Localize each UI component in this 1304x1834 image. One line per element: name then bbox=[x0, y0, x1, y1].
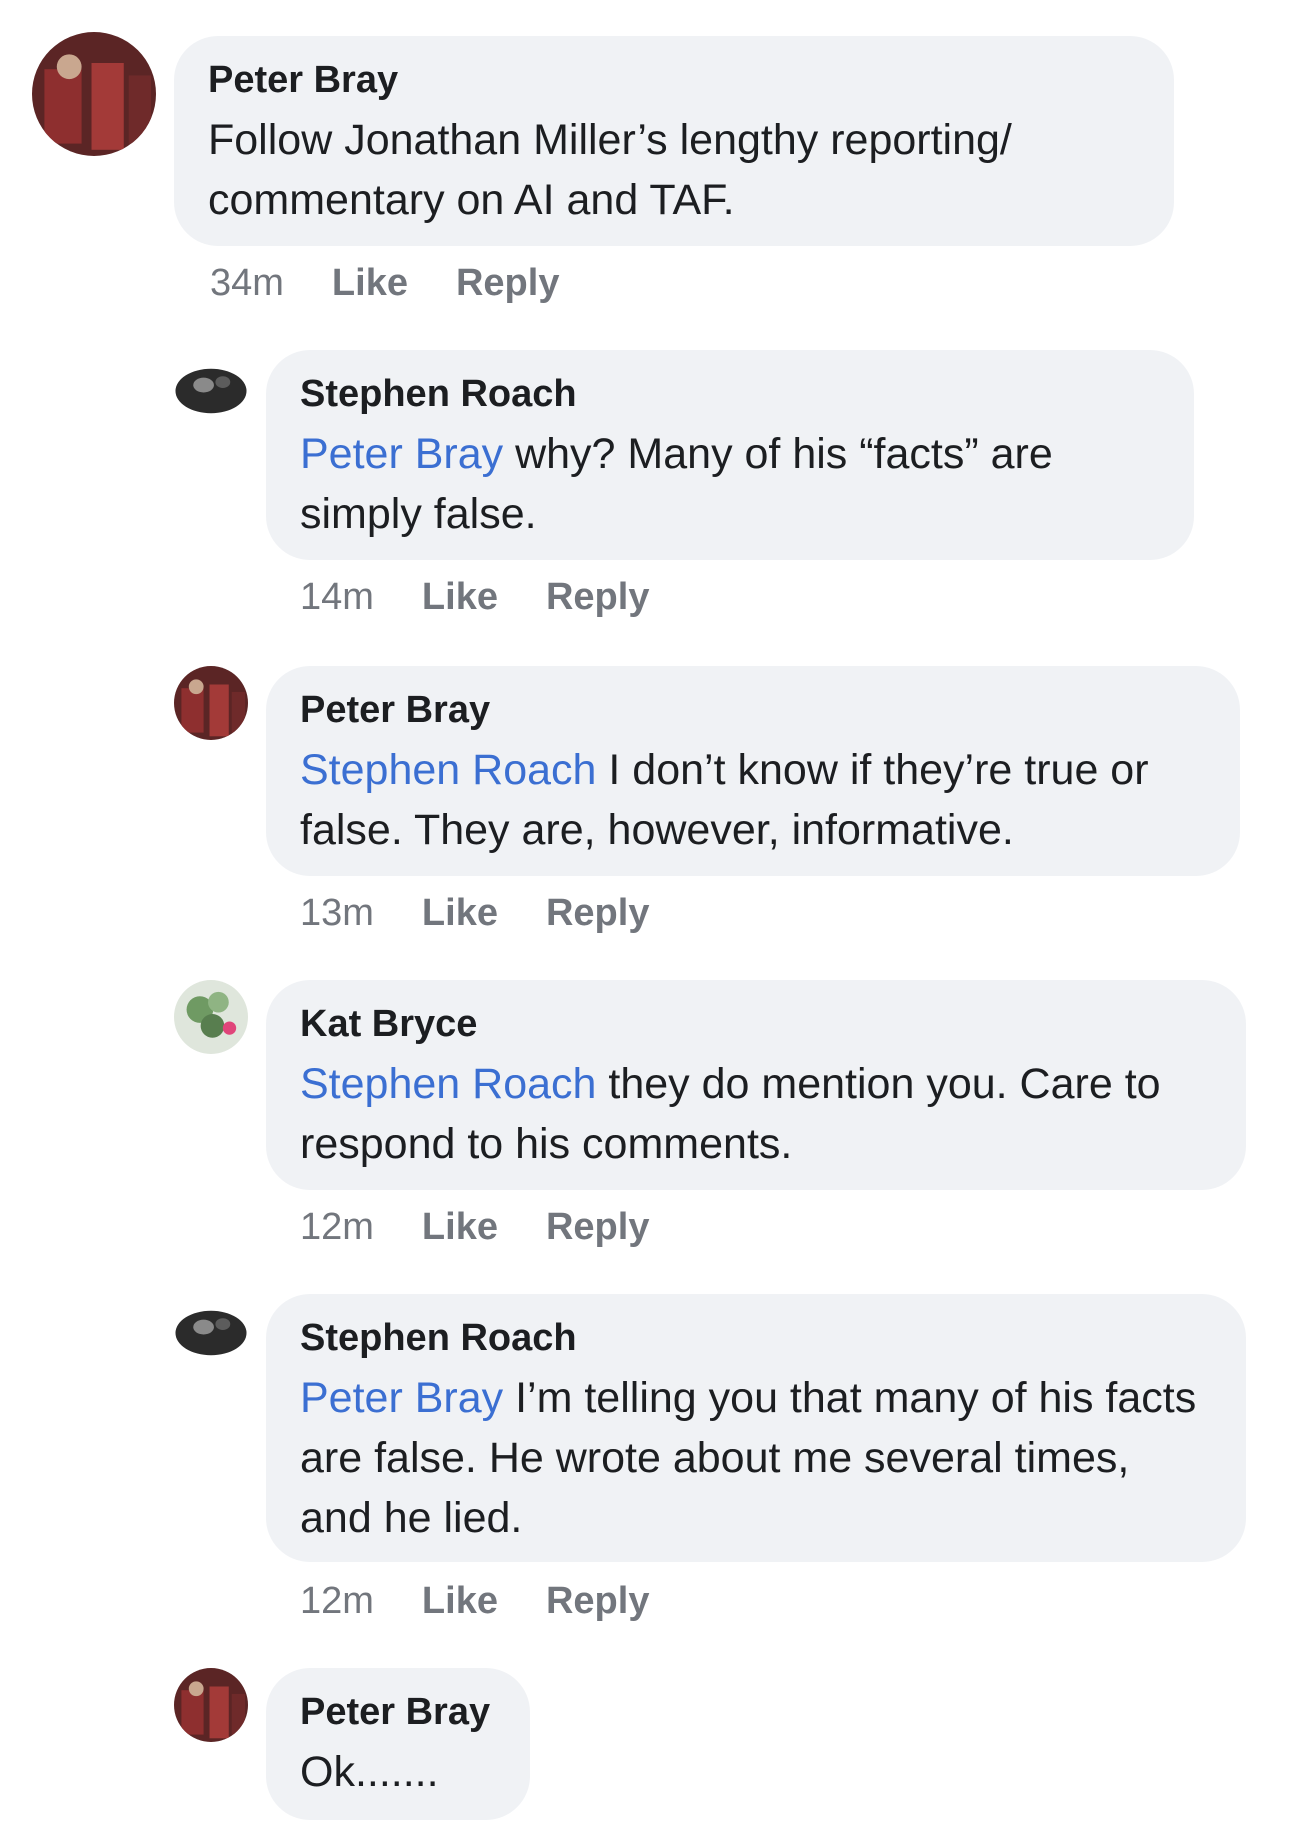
comment-text: Peter Bray why? Many of his “facts” are … bbox=[300, 424, 1160, 544]
comment-author[interactable]: Peter Bray bbox=[208, 58, 1140, 102]
comment-author[interactable]: Stephen Roach bbox=[300, 372, 1160, 416]
comment-bubble: Stephen Roach Peter Bray why? Many of hi… bbox=[266, 350, 1194, 560]
comment-timestamp[interactable]: 34m bbox=[210, 262, 284, 304]
comment-body: Follow Jonathan Miller’s lengthy reporti… bbox=[208, 116, 1012, 224]
comment-timestamp[interactable]: 12m bbox=[300, 1206, 374, 1248]
profile-photo-icon bbox=[174, 980, 248, 1054]
comment-text: Stephen Roach they do mention you. Care … bbox=[300, 1054, 1212, 1174]
comment-body: Ok....... bbox=[300, 1748, 439, 1796]
avatar-peter-bray[interactable] bbox=[32, 32, 156, 156]
comment-actions: 14m Like Reply bbox=[300, 576, 697, 619]
comment-text: Follow Jonathan Miller’s lengthy reporti… bbox=[208, 110, 1140, 230]
avatar-peter-bray[interactable] bbox=[174, 1668, 248, 1742]
comment-bubble: Stephen Roach Peter Bray I’m telling you… bbox=[266, 1294, 1246, 1562]
like-button[interactable]: Like bbox=[332, 262, 408, 304]
avatar-kat-bryce[interactable] bbox=[174, 980, 248, 1054]
mention-link[interactable]: Peter Bray bbox=[300, 430, 503, 478]
comment-text: Stephen Roach I don’t know if they’re tr… bbox=[300, 740, 1206, 860]
profile-photo-icon bbox=[174, 1668, 248, 1742]
reply-button[interactable]: Reply bbox=[546, 1580, 649, 1622]
comment-actions: 13m Like Reply bbox=[300, 892, 697, 935]
comment-author[interactable]: Peter Bray bbox=[300, 688, 1206, 732]
mention-link[interactable]: Stephen Roach bbox=[300, 746, 596, 794]
comment-actions: 34m Like Reply bbox=[210, 262, 607, 305]
reply-button[interactable]: Reply bbox=[546, 576, 649, 618]
mention-link[interactable]: Peter Bray bbox=[300, 1374, 503, 1422]
comment-timestamp[interactable]: 13m bbox=[300, 892, 374, 934]
comment-thread: Peter Bray Follow Jonathan Miller’s leng… bbox=[0, 0, 1304, 1834]
like-button[interactable]: Like bbox=[422, 1580, 498, 1622]
like-button[interactable]: Like bbox=[422, 892, 498, 934]
avatar-stephen-roach[interactable] bbox=[174, 1296, 248, 1370]
profile-photo-icon bbox=[174, 1296, 248, 1370]
comment-actions: 12m Like Reply bbox=[300, 1580, 697, 1623]
comment-text: Ok....... bbox=[300, 1742, 496, 1802]
comment-actions: 12m Like Reply bbox=[300, 1206, 697, 1249]
comment-author[interactable]: Kat Bryce bbox=[300, 1002, 1212, 1046]
reply-button[interactable]: Reply bbox=[546, 1206, 649, 1248]
comment-bubble: Peter Bray Stephen Roach I don’t know if… bbox=[266, 666, 1240, 876]
comment-timestamp[interactable]: 12m bbox=[300, 1580, 374, 1622]
reply-button[interactable]: Reply bbox=[546, 892, 649, 934]
mention-link[interactable]: Stephen Roach bbox=[300, 1060, 596, 1108]
profile-photo-icon bbox=[32, 32, 156, 156]
like-button[interactable]: Like bbox=[422, 1206, 498, 1248]
comment-author[interactable]: Peter Bray bbox=[300, 1690, 496, 1734]
comment-author[interactable]: Stephen Roach bbox=[300, 1316, 1212, 1360]
profile-photo-icon bbox=[174, 666, 248, 740]
comment-timestamp[interactable]: 14m bbox=[300, 576, 374, 618]
avatar-stephen-roach[interactable] bbox=[174, 354, 248, 428]
reply-button[interactable]: Reply bbox=[456, 262, 559, 304]
profile-photo-icon bbox=[174, 354, 248, 428]
like-button[interactable]: Like bbox=[422, 576, 498, 618]
comment-bubble: Peter Bray Follow Jonathan Miller’s leng… bbox=[174, 36, 1174, 246]
comment-bubble: Kat Bryce Stephen Roach they do mention … bbox=[266, 980, 1246, 1190]
comment-bubble: Peter Bray Ok....... bbox=[266, 1668, 530, 1820]
avatar-peter-bray[interactable] bbox=[174, 666, 248, 740]
comment-text: Peter Bray I’m telling you that many of … bbox=[300, 1368, 1212, 1548]
